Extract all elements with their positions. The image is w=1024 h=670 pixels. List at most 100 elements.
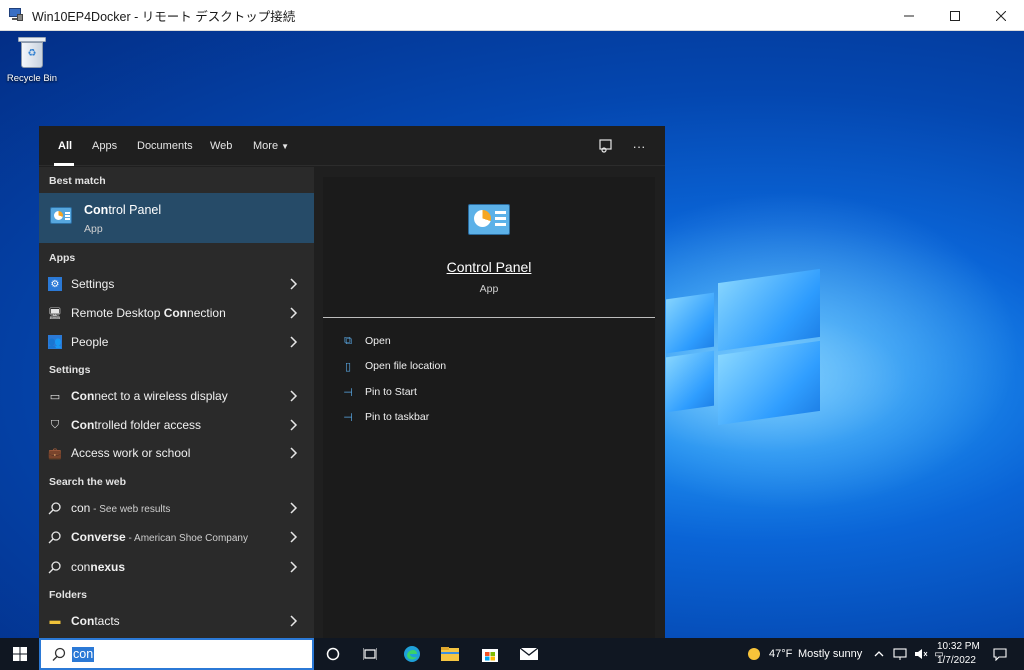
file-location-icon: ▯ [344, 360, 352, 373]
store-icon [482, 649, 498, 662]
chevron-right-icon[interactable] [288, 388, 298, 404]
weather-temp[interactable]: 47°F [769, 648, 792, 660]
result-controlled-folder[interactable]: ⛉ Controlled folder access [39, 411, 314, 439]
weather-desc[interactable]: Mostly sunny [798, 648, 862, 660]
shield-icon: ⛉ [50, 418, 60, 431]
windows-logo-wallpaper [666, 256, 824, 480]
window-titlebar: Win10EP4Docker - リモート デスクトップ接続 [0, 0, 1024, 31]
more-options-icon[interactable]: ··· [629, 136, 649, 156]
chevron-right-icon[interactable] [288, 445, 298, 461]
tab-documents[interactable]: Documents [137, 140, 193, 152]
windows-start-icon [12, 647, 27, 661]
chevron-right-icon[interactable] [288, 559, 298, 575]
taskbar-search-input[interactable]: con [39, 638, 314, 670]
result-label: Settings [71, 277, 115, 291]
pin-icon: ⊣ [343, 386, 353, 399]
chevron-right-icon[interactable] [288, 500, 298, 516]
result-label: connexus [71, 560, 126, 574]
preview-divider [323, 317, 655, 318]
briefcase-icon: 💼 [48, 447, 62, 460]
result-people[interactable]: 👥 People [39, 328, 314, 356]
tab-web[interactable]: Web [210, 140, 232, 152]
open-icon: ⧉ [344, 334, 352, 347]
result-label: Remote Desktop Connection [71, 306, 226, 320]
close-icon [996, 10, 1006, 21]
taskbar: con 47°F Mostly sunny ▭ 10:32 PM 1/7/202… [0, 638, 1024, 670]
volume-button[interactable] [911, 642, 931, 666]
result-label: con - See web results [71, 501, 171, 515]
remote-desktop-icon: 🖥 [48, 307, 62, 320]
tab-active-indicator [54, 163, 74, 166]
network-icon [893, 648, 907, 660]
recycle-bin-icon: ♻ [18, 37, 46, 69]
chevron-right-icon[interactable] [288, 276, 298, 292]
tab-all[interactable]: All [58, 140, 72, 152]
result-label: Converse - American Shoe Company [71, 530, 248, 544]
section-best-match: Best match [49, 175, 106, 187]
action-label: Pin to Start [365, 386, 417, 398]
section-settings: Settings [49, 364, 91, 376]
folder-icon [441, 647, 459, 661]
task-view-button[interactable] [358, 642, 382, 666]
search-icon [48, 502, 61, 515]
preview-title[interactable]: Control Panel [323, 259, 655, 275]
start-button[interactable] [0, 638, 39, 670]
remote-desktop-icon [8, 7, 24, 23]
chevron-up-icon [874, 651, 884, 657]
action-center-button[interactable] [988, 642, 1012, 666]
tab-more[interactable]: More ▼ [253, 140, 289, 152]
minimize-icon [904, 15, 914, 16]
web-result-connexus[interactable]: connexus [39, 553, 314, 581]
result-contacts[interactable]: ▬ Contacts [39, 607, 314, 635]
recycle-bin[interactable]: ♻ Recycle Bin [4, 37, 60, 84]
chevron-right-icon[interactable] [288, 529, 298, 545]
close-button[interactable] [978, 0, 1024, 31]
minimize-button[interactable] [886, 0, 932, 31]
action-label: Open file location [365, 360, 447, 372]
control-panel-icon [50, 207, 72, 224]
clock-date[interactable]: 1/7/2022 [937, 655, 976, 666]
volume-icon [915, 649, 928, 659]
preview-type: App [479, 283, 499, 295]
chevron-right-icon[interactable] [288, 334, 298, 350]
search-icon [48, 561, 61, 574]
maximize-icon [950, 10, 960, 21]
search-panel: All Apps Documents Web More ▼ ··· Best m… [39, 126, 665, 638]
recycle-bin-label: Recycle Bin [6, 73, 58, 84]
tray-overflow-button[interactable] [870, 642, 888, 666]
search-tabs: All Apps Documents Web More ▼ ··· [39, 126, 665, 166]
edge-button[interactable] [400, 642, 424, 666]
window-title: Win10EP4Docker - リモート デスクトップ接続 [32, 9, 296, 24]
results-list: Best match Control Panel App Apps ⚙ Sett… [39, 167, 314, 638]
notification-icon [993, 647, 1007, 661]
result-wireless-display[interactable]: ▭ Connect to a wireless display [39, 382, 314, 410]
feedback-icon[interactable] [596, 136, 616, 156]
result-remote-desktop[interactable]: 🖥 Remote Desktop Connection [39, 299, 314, 327]
web-result-converse[interactable]: Converse - American Shoe Company [39, 523, 314, 551]
chevron-right-icon[interactable] [288, 305, 298, 321]
store-button[interactable] [478, 642, 502, 666]
result-label: Contacts [71, 614, 120, 628]
network-button[interactable] [890, 642, 910, 666]
result-label: Connect to a wireless display [71, 389, 228, 403]
mail-button[interactable] [517, 642, 541, 666]
section-folders: Folders [49, 589, 87, 601]
search-icon [52, 647, 66, 661]
tab-apps[interactable]: Apps [92, 140, 117, 152]
web-result-con[interactable]: con - See web results [39, 494, 314, 522]
best-match-item[interactable]: Control Panel App [39, 193, 314, 243]
task-view-icon [363, 648, 377, 660]
weather-button[interactable] [742, 642, 766, 666]
chevron-right-icon[interactable] [288, 613, 298, 629]
task-view-cortana-button[interactable] [321, 642, 345, 666]
tab-more-label: More [253, 140, 279, 152]
result-access-work[interactable]: 💼 Access work or school [39, 439, 314, 467]
preview-pane: Control Panel App ⧉ Open ▯ Open file loc… [323, 177, 655, 638]
result-settings[interactable]: ⚙ Settings [39, 270, 314, 298]
file-explorer-button[interactable] [438, 642, 462, 666]
chevron-right-icon[interactable] [288, 417, 298, 433]
edge-icon [404, 646, 420, 662]
action-label: Pin to taskbar [365, 411, 430, 423]
clock-time[interactable]: 10:32 PM [937, 641, 980, 652]
maximize-button[interactable] [932, 0, 978, 31]
